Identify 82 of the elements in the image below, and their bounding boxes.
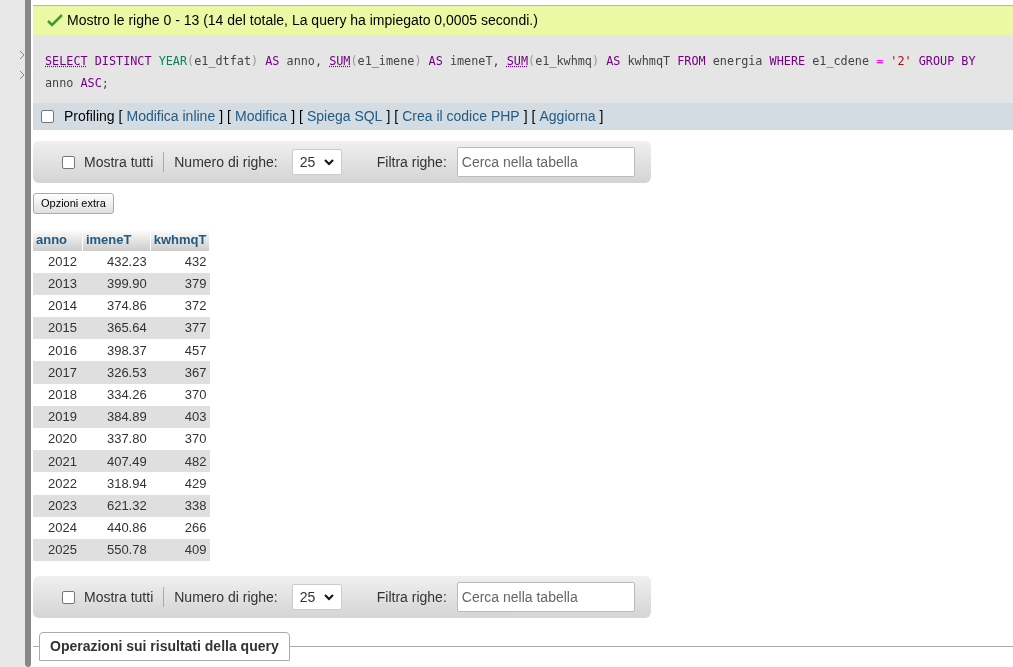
table-cell-text: 550.78 bbox=[105, 541, 148, 560]
sql-query: SELECT DISTINCT YEAR(e1_dtfat) AS anno, SUM(e1_imene) AS imeneT, SUM(e1_kwhmq) AS kwhmqT FROM energia WHERE e1_cdene = '2' GROUP BY anno ASC; bbox=[45, 52, 977, 92]
message-text: Mostro le righe 0 - 13 (14 del totale, La query ha impiegato 0,0005 secondi.) bbox=[67, 10, 538, 30]
checkmark-icon bbox=[47, 13, 63, 28]
show-all-label: Mostra tutti bbox=[84, 152, 154, 172]
table-cell-text: 338 bbox=[183, 496, 208, 515]
table-cell-text: 432 bbox=[183, 252, 208, 271]
extra-options-button[interactable]: Opzioni extra bbox=[33, 193, 114, 214]
chevron-down-icon bbox=[323, 593, 334, 601]
table-cell-text: 2017 bbox=[47, 363, 78, 382]
bracket-text: ] bbox=[386, 106, 391, 126]
table-cell-text: 440.86 bbox=[105, 519, 148, 538]
show-all-checkbox[interactable] bbox=[62, 590, 75, 604]
table-cell-text: 2019 bbox=[47, 408, 78, 427]
table-cell-text: 374.86 bbox=[105, 297, 148, 316]
column-header[interactable]: anno bbox=[33, 228, 83, 251]
bracket-text: ] bbox=[523, 106, 528, 126]
table-cell-text: 365.64 bbox=[105, 319, 148, 338]
rows-select[interactable]: 25 bbox=[291, 584, 342, 611]
table-cell-text: 398.37 bbox=[105, 341, 148, 360]
operations-legend: Operazioni sui risultati della query bbox=[39, 632, 290, 662]
table-cell-text: 337.80 bbox=[105, 430, 148, 449]
bracket-text: [ bbox=[394, 106, 399, 126]
rows-label: Numero di righe: bbox=[174, 152, 278, 172]
action-link[interactable]: Aggiorna bbox=[539, 105, 596, 127]
table-cell-text: 621.32 bbox=[105, 496, 148, 515]
table-cell-text: 2013 bbox=[47, 275, 78, 294]
rows-select[interactable]: 25 bbox=[291, 149, 342, 176]
table-cell-text: 384.89 bbox=[105, 408, 148, 427]
profiling-label: Profiling bbox=[64, 106, 115, 126]
action-link[interactable]: Modifica inline bbox=[126, 105, 216, 127]
table-cell-text: 377 bbox=[183, 319, 208, 338]
table-cell-text: 2020 bbox=[47, 430, 78, 449]
table-cell-text: 266 bbox=[183, 519, 208, 538]
action-link[interactable]: Crea il codice PHP bbox=[402, 105, 520, 127]
scrollbar[interactable] bbox=[25, 0, 31, 667]
bracket-text: ] bbox=[599, 106, 604, 126]
table-cell-text: 372 bbox=[183, 297, 208, 316]
bracket-text: ] bbox=[291, 106, 295, 126]
rows-label: Numero di righe: bbox=[174, 587, 278, 607]
bracket-text: [ bbox=[299, 106, 303, 126]
table-cell-text: 2016 bbox=[47, 341, 78, 360]
show-all-label: Mostra tutti bbox=[84, 587, 154, 607]
table-cell-text: 2022 bbox=[47, 474, 78, 493]
table-cell-text: 409 bbox=[183, 541, 208, 560]
table-cell-text: 403 bbox=[183, 408, 208, 427]
chevron-down-icon bbox=[323, 158, 334, 166]
action-link[interactable]: Modifica bbox=[235, 105, 288, 127]
action-link[interactable]: Spiega SQL bbox=[306, 105, 383, 127]
show-all-checkbox[interactable] bbox=[62, 155, 75, 169]
bracket-text: [ bbox=[531, 106, 536, 126]
table-cell-text: 370 bbox=[183, 430, 208, 449]
table-cell-text: 482 bbox=[183, 452, 208, 471]
table-cell-text: 334.26 bbox=[105, 386, 148, 404]
table-cell-text: 326.53 bbox=[105, 363, 148, 382]
table-cell-text: 2025 bbox=[47, 541, 78, 560]
column-header[interactable]: kwhmqT bbox=[150, 228, 211, 251]
filter-label: Filtra righe: bbox=[376, 587, 447, 607]
table-cell-text: 429 bbox=[183, 474, 208, 493]
table-cell-text: 2012 bbox=[47, 252, 78, 271]
filter-field[interactable]: Cerca nella tabella bbox=[456, 147, 635, 178]
table-cell-text: 2015 bbox=[47, 319, 78, 338]
table-cell-text: 2018 bbox=[47, 386, 78, 404]
filter-label: Filtra righe: bbox=[376, 152, 447, 172]
table-cell-text: 2014 bbox=[47, 297, 78, 316]
table-cell-text: 457 bbox=[183, 341, 208, 360]
table-cell-text: 2021 bbox=[47, 452, 78, 471]
bracket-text: [ bbox=[227, 106, 231, 126]
table-cell-text: 407.49 bbox=[105, 452, 148, 471]
profiling-checkbox[interactable] bbox=[41, 109, 54, 123]
table-cell-text: 379 bbox=[183, 275, 208, 294]
bracket-text: [ bbox=[118, 106, 123, 126]
table-cell-text: 2024 bbox=[47, 519, 78, 538]
table-cell-text: 318.94 bbox=[105, 474, 148, 493]
bracket-text: ] bbox=[219, 106, 224, 126]
table-cell-text: 370 bbox=[183, 386, 208, 404]
table-cell-text: 432.23 bbox=[105, 252, 148, 271]
table-cell-text: 2023 bbox=[47, 496, 78, 515]
column-header[interactable]: imeneT bbox=[82, 228, 151, 251]
table-cell-text: 367 bbox=[183, 363, 208, 382]
table-cell-text: 399.90 bbox=[105, 275, 148, 294]
filter-field[interactable]: Cerca nella tabella bbox=[456, 582, 635, 613]
